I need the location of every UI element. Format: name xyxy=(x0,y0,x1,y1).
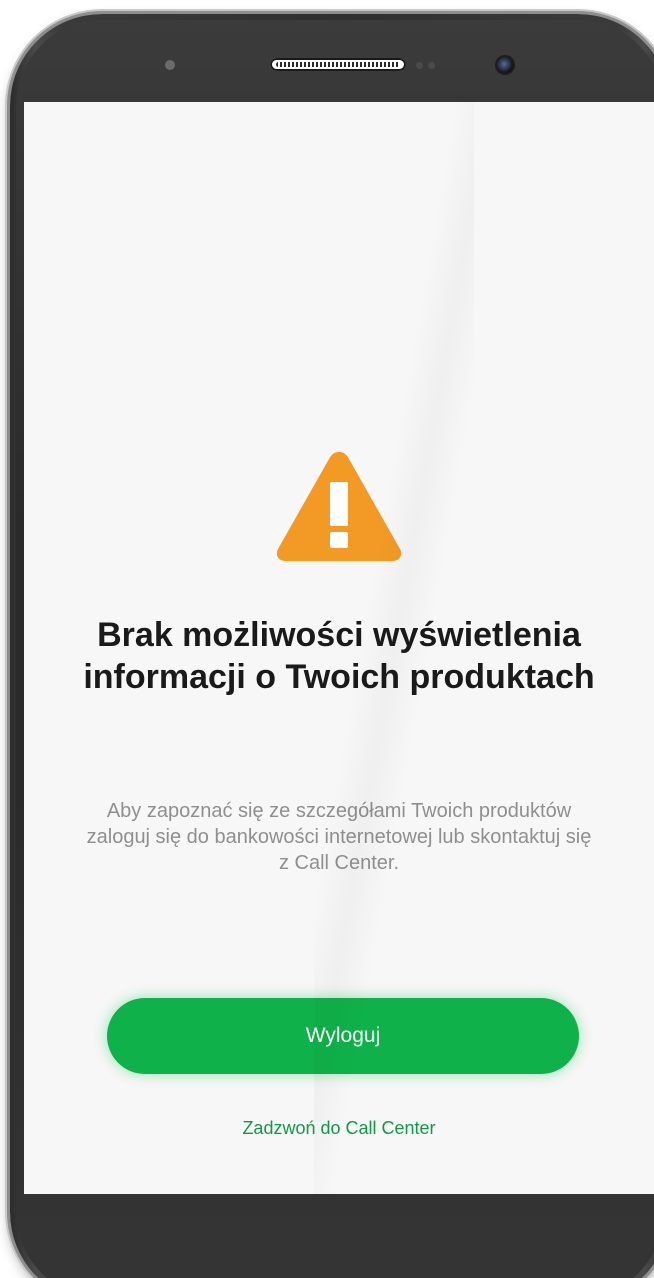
warning-triangle-icon xyxy=(276,452,402,561)
call-center-link[interactable]: Zadzwoń do Call Center xyxy=(24,1118,654,1139)
app-screen: Brak możliwości wyświetlenia informacji … xyxy=(24,102,654,1194)
error-title: Brak możliwości wyświetlenia informacji … xyxy=(83,616,595,696)
sensor-dot xyxy=(165,60,175,70)
front-camera xyxy=(497,57,513,73)
earpiece-speaker xyxy=(270,58,406,71)
proximity-sensor xyxy=(416,62,423,69)
error-message: Aby zapoznać się ze szczegółami Twoich p… xyxy=(86,800,592,874)
light-sensor xyxy=(428,62,435,69)
logout-button[interactable]: Wyloguj xyxy=(107,998,579,1074)
page: Brak możliwości wyświetlenia informacji … xyxy=(0,0,654,1278)
